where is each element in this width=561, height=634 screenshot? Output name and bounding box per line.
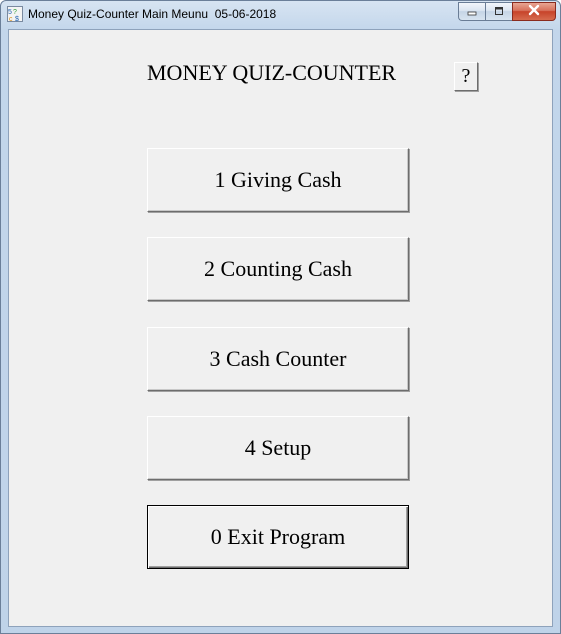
counting-cash-label: 2 Counting Cash <box>204 256 352 281</box>
exit-program-button[interactable]: 0 Exit Program <box>147 505 409 569</box>
svg-text:$: $ <box>15 16 19 22</box>
giving-cash-button[interactable]: 1 Giving Cash <box>147 148 409 212</box>
counting-cash-button[interactable]: 2 Counting Cash <box>147 237 409 301</box>
svg-text:5: 5 <box>8 9 12 16</box>
title-bar[interactable]: 5 ? c $ Money Quiz-Counter Main Meunu 05… <box>1 1 560 29</box>
help-button[interactable]: ? <box>454 62 478 91</box>
window-title: Money Quiz-Counter Main Meunu 05-06-2018 <box>28 7 277 21</box>
maximize-icon <box>493 3 505 21</box>
setup-button[interactable]: 4 Setup <box>147 416 409 480</box>
maximize-button[interactable] <box>485 2 512 21</box>
setup-label: 4 Setup <box>244 435 312 460</box>
svg-text:?: ? <box>13 9 17 16</box>
caption-buttons <box>458 2 556 22</box>
main-menu-panel: MONEY QUIZ-COUNTER ? 1 Giving Cash 2 Cou… <box>8 29 553 627</box>
exit-program-label: 0 Exit Program <box>210 524 346 549</box>
app-icon: 5 ? c $ <box>7 6 23 23</box>
svg-text:c: c <box>9 16 13 22</box>
page-title: MONEY QUIZ-COUNTER <box>147 60 397 85</box>
cash-counter-button[interactable]: 3 Cash Counter <box>147 327 409 391</box>
close-button[interactable] <box>512 2 556 21</box>
app-window: 5 ? c $ Money Quiz-Counter Main Meunu 05… <box>0 0 561 634</box>
cash-counter-label: 3 Cash Counter <box>209 346 347 371</box>
minimize-button[interactable] <box>458 2 485 21</box>
minimize-icon <box>466 3 478 21</box>
close-icon <box>527 3 541 21</box>
giving-cash-label: 1 Giving Cash <box>214 167 342 192</box>
